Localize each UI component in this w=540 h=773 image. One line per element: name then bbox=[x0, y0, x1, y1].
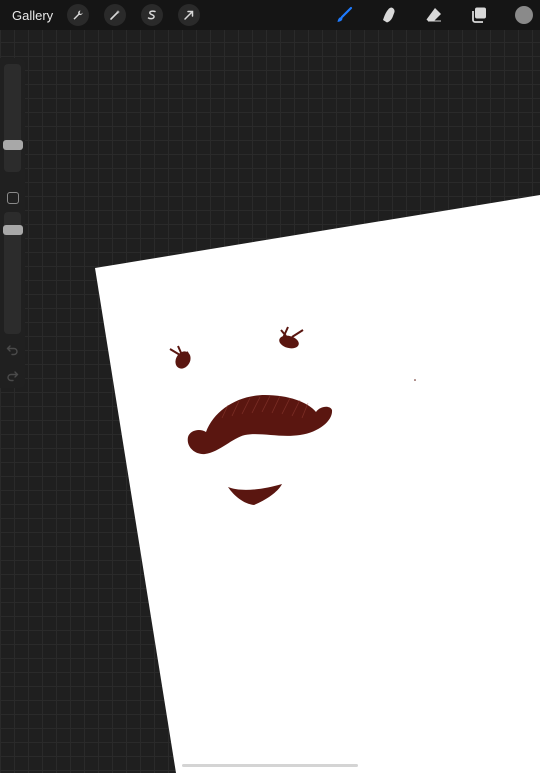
smudge-finger-icon bbox=[383, 7, 395, 23]
right-toolset bbox=[309, 0, 540, 30]
magic-wand-icon bbox=[110, 10, 121, 20]
arrow-cursor-icon bbox=[184, 10, 194, 20]
left-sidebar bbox=[0, 58, 25, 388]
adjustments-button[interactable] bbox=[104, 4, 127, 26]
wrench-icon bbox=[73, 10, 83, 20]
redo-icon[interactable] bbox=[6, 369, 19, 382]
actions-button[interactable] bbox=[67, 4, 90, 26]
selection-s-icon bbox=[147, 10, 156, 20]
app-stage: Gallery bbox=[0, 0, 540, 773]
transform-button[interactable] bbox=[178, 4, 201, 26]
canvas-paper bbox=[95, 195, 540, 773]
brush-icon bbox=[337, 6, 353, 22]
brush-opacity-thumb[interactable] bbox=[3, 225, 23, 235]
eraser-button[interactable] bbox=[424, 5, 444, 25]
top-toolbar: Gallery bbox=[0, 0, 540, 30]
undo-icon[interactable] bbox=[6, 343, 19, 356]
layers-icon bbox=[472, 7, 486, 23]
brush-size-slider[interactable] bbox=[4, 64, 21, 172]
layers-button[interactable] bbox=[469, 5, 489, 25]
smudge-button[interactable] bbox=[379, 5, 399, 25]
drawing-canvas[interactable] bbox=[0, 0, 540, 773]
color-picker-button[interactable] bbox=[515, 6, 533, 24]
modify-button[interactable] bbox=[7, 192, 19, 204]
brush-button[interactable] bbox=[334, 5, 354, 25]
home-indicator bbox=[182, 764, 358, 767]
gallery-button[interactable]: Gallery bbox=[12, 8, 53, 23]
eraser-icon bbox=[426, 8, 441, 22]
stroke-dot bbox=[414, 379, 416, 381]
brush-size-thumb[interactable] bbox=[3, 140, 23, 150]
selection-button[interactable] bbox=[141, 4, 164, 26]
